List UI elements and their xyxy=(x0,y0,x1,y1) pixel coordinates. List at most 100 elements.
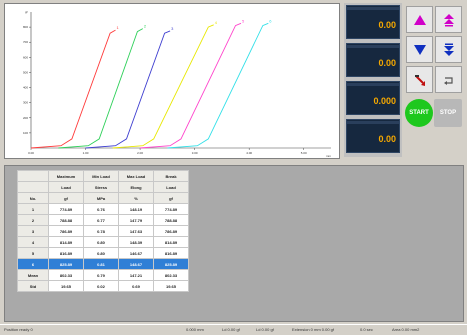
table-std-row: Std 19.65 0.02 0.69 19.65 xyxy=(17,280,189,292)
fast-up-button[interactable] xyxy=(435,6,462,33)
data-cell: 788.88 xyxy=(48,214,84,226)
data-cell: 802.33 xyxy=(153,269,189,281)
results-table: Maximum Min Load Max Load Break Load Str… xyxy=(17,170,189,292)
status-segment: Extension 0 mm 0.00 gf xyxy=(292,327,335,332)
stop-button[interactable]: STOP xyxy=(434,99,462,127)
table-row[interactable]: 5 816.89 0.80 146.67 816.89 xyxy=(17,247,189,259)
jog-up-button[interactable] xyxy=(406,6,433,33)
table-header-row: Maximum Min Load Max Load Break xyxy=(17,170,189,182)
status-left-text: Position ready 0 xyxy=(4,327,33,332)
y-tick-label: 500 xyxy=(23,70,28,74)
data-cell: 19.65 xyxy=(153,280,189,292)
header-cell: Stress xyxy=(83,181,119,193)
readout-ribbon xyxy=(347,45,399,48)
readout-time: 0.00 xyxy=(346,119,400,153)
data-cell: 0.69 xyxy=(118,280,154,292)
data-cell: 788.88 xyxy=(153,214,189,226)
readout-ribbon xyxy=(347,7,399,10)
header-cell: Break xyxy=(153,170,189,182)
data-cell: 0.80 xyxy=(83,247,119,259)
header-cell: Elong xyxy=(118,181,154,193)
readout-time-value: 0.00 xyxy=(378,134,396,144)
control-panel: START STOP xyxy=(404,3,463,157)
series-label-2: 2 xyxy=(144,24,147,29)
data-cell: 148.39 xyxy=(118,236,154,248)
header-cell: Load xyxy=(153,181,189,193)
y-tick-label: 400 xyxy=(23,86,28,90)
data-cell: 19.65 xyxy=(48,280,84,292)
reset-button[interactable] xyxy=(435,66,462,93)
data-cell: 816.89 xyxy=(48,247,84,259)
x-tick-label: 0.00 xyxy=(28,151,34,155)
series-line-6 xyxy=(167,22,269,149)
x-tick-label: 5.00 xyxy=(301,151,307,155)
series-line-1 xyxy=(30,29,116,149)
data-cell: 0.80 xyxy=(83,236,119,248)
stop-label: STOP xyxy=(439,110,457,116)
data-cell: 147.63 xyxy=(118,225,154,237)
data-cell: 814.89 xyxy=(48,236,84,248)
header-cell: Max Load xyxy=(118,170,154,182)
chart-panel: 100 200 300 400 500 600 700 800 0.00 1.00 2.00 3.00… xyxy=(4,3,340,159)
status-segment: 0.000 mm xyxy=(186,327,204,332)
row-number-cell: 2 xyxy=(17,214,49,226)
status-segment: Area 0.00 mm2 xyxy=(392,327,420,332)
row-number-cell: 1 xyxy=(17,203,49,215)
data-cell: 816.89 xyxy=(153,247,189,259)
series-label-1: 1 xyxy=(117,25,120,30)
readout-panel: 0.00 0.00 0.000 0.00 xyxy=(344,3,402,157)
series-line-4 xyxy=(112,24,214,149)
readout-elongation-value: 0.00 xyxy=(378,58,396,68)
y-tick-label: 200 xyxy=(23,116,28,120)
readout-stress: 0.000 xyxy=(346,81,400,115)
header-blank-cell xyxy=(17,181,49,193)
series-line-5 xyxy=(140,22,242,149)
table-row[interactable]: 4 814.89 0.80 148.39 814.89 xyxy=(17,236,189,248)
status-bar: Position ready 0 0.000 mm Ld 0.00 gf Ld … xyxy=(0,324,467,335)
start-label: START xyxy=(409,110,429,116)
readout-load-value: 0.00 xyxy=(378,20,396,30)
table-row[interactable]: 3 786.89 0.78 147.63 786.89 xyxy=(17,225,189,237)
readout-ribbon xyxy=(347,121,399,124)
y-axis-title: gf xyxy=(25,10,28,14)
status-segment: Ld 0.00 gf xyxy=(256,327,274,332)
data-cell: 774.89 xyxy=(48,203,84,215)
row-number-cell: 6 xyxy=(17,258,49,270)
data-cell: 786.89 xyxy=(153,225,189,237)
y-tick-label: 300 xyxy=(23,101,28,105)
unit-cell: gf xyxy=(153,192,189,204)
data-cell: 0.02 xyxy=(83,280,119,292)
readout-ribbon xyxy=(347,83,399,86)
triangle-down-icon xyxy=(413,44,426,55)
data-cell: 802.33 xyxy=(48,269,84,281)
jog-down-button[interactable] xyxy=(406,36,433,63)
data-cell: 0.79 xyxy=(83,269,119,281)
readout-stress-value: 0.000 xyxy=(373,96,396,106)
fast-down-button[interactable] xyxy=(435,36,462,63)
data-cell: 0.76 xyxy=(83,203,119,215)
table-row[interactable]: 2 788.88 0.77 147.79 788.88 xyxy=(17,214,189,226)
status-segment: 0.0 sec xyxy=(360,327,373,332)
data-cell: 814.89 xyxy=(153,236,189,248)
series-label-4: 4 xyxy=(215,20,218,25)
data-cell: 0.81 xyxy=(83,258,119,270)
y-tick-label: 600 xyxy=(23,55,28,59)
return-home-button[interactable] xyxy=(406,66,433,93)
unit-cell: gf xyxy=(48,192,84,204)
data-cell: 774.89 xyxy=(153,203,189,215)
no-header-cell: No. xyxy=(17,192,49,204)
table-row-selected[interactable]: 6 825.89 0.81 148.67 825.89 xyxy=(17,258,189,270)
data-cell: 0.77 xyxy=(83,214,119,226)
x-tick-label: 3.00 xyxy=(192,151,198,155)
triangle-up-icon xyxy=(413,14,426,25)
x-axis-title: mm xyxy=(326,154,331,158)
start-button[interactable]: START xyxy=(405,99,433,127)
x-tick-label: 2.00 xyxy=(137,151,143,155)
data-cell: 825.89 xyxy=(153,258,189,270)
table-row[interactable]: 1 774.89 0.76 148.19 774.89 xyxy=(17,203,189,215)
table-unit-row: No. gf MPa % gf xyxy=(17,192,189,204)
y-tick-label: 700 xyxy=(23,40,28,44)
data-cell: 825.89 xyxy=(48,258,84,270)
y-tick-label: 800 xyxy=(23,25,28,29)
return-arrow-icon xyxy=(414,74,425,86)
